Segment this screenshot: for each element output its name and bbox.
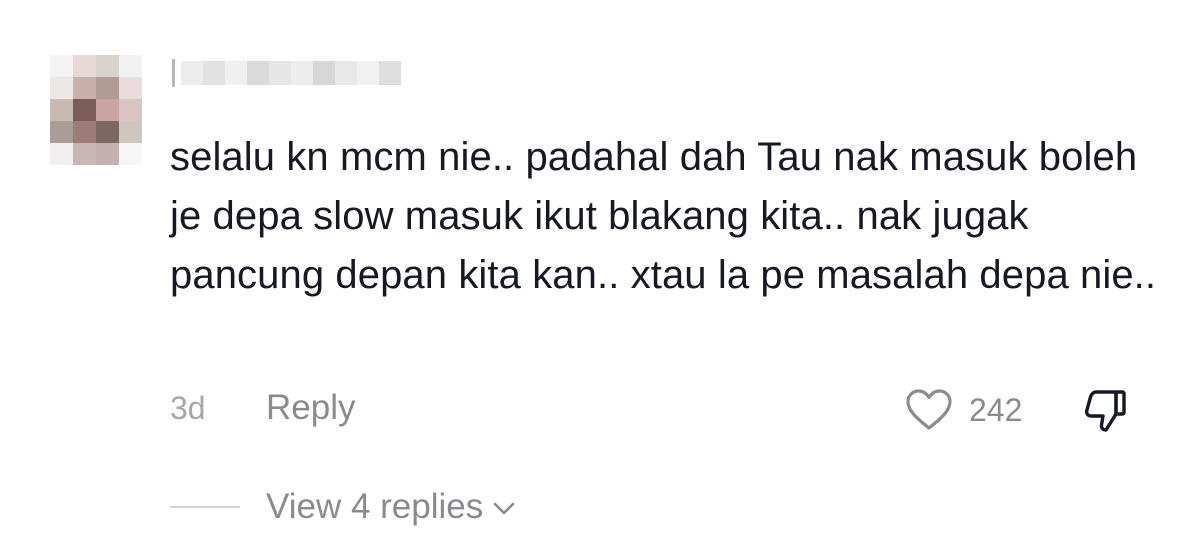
avatar-pixel bbox=[119, 99, 142, 121]
reply-button[interactable]: Reply bbox=[266, 388, 355, 428]
username-blur-segment bbox=[203, 61, 225, 85]
username-blur-segment bbox=[225, 61, 247, 85]
username-blur-segment bbox=[379, 61, 401, 85]
username-cursor-bar bbox=[172, 59, 175, 87]
avatar-pixel bbox=[96, 55, 119, 77]
comment-timestamp: 3d bbox=[170, 390, 206, 426]
avatar-pixel bbox=[73, 99, 96, 121]
thumbs-down-icon[interactable] bbox=[1082, 388, 1130, 434]
avatar-pixel bbox=[96, 99, 119, 121]
avatar-pixel bbox=[73, 121, 96, 143]
comment-text: selalu kn mcm nie.. padahal dah Tau nak … bbox=[170, 135, 1157, 297]
username-blur-segment bbox=[357, 61, 379, 85]
avatar-pixel bbox=[50, 55, 73, 77]
username-blur-segment bbox=[335, 61, 357, 85]
avatar-pixel bbox=[73, 77, 96, 99]
avatar-pixel bbox=[119, 121, 142, 143]
username-blur-segment bbox=[269, 61, 291, 85]
chevron-down-icon[interactable] bbox=[493, 502, 515, 516]
avatar-pixel bbox=[96, 143, 119, 165]
avatar-pixel bbox=[119, 55, 142, 77]
heart-icon[interactable] bbox=[905, 388, 953, 432]
avatar-pixel bbox=[50, 121, 73, 143]
avatar-pixel bbox=[119, 77, 142, 99]
view-replies-button[interactable]: View 4 replies bbox=[170, 484, 515, 530]
avatar-pixel bbox=[50, 143, 73, 165]
username-blur-segment bbox=[291, 61, 313, 85]
avatar-pixel bbox=[96, 121, 119, 143]
username-blur-segment bbox=[313, 61, 335, 85]
username-blurred[interactable] bbox=[172, 47, 402, 99]
like-button[interactable]: 242 bbox=[905, 384, 1022, 436]
divider-line bbox=[170, 506, 240, 508]
avatar-pixel bbox=[50, 77, 73, 99]
username-blur-segment bbox=[181, 61, 203, 85]
avatar-pixel bbox=[73, 143, 96, 165]
like-count: 242 bbox=[969, 391, 1023, 428]
avatar-pixel bbox=[73, 55, 96, 77]
avatar-pixel bbox=[50, 99, 73, 121]
avatar-pixel bbox=[96, 77, 119, 99]
view-replies-label[interactable]: View 4 replies bbox=[266, 487, 483, 527]
comment-meta-row: 3d Reply 242 bbox=[170, 384, 1130, 436]
username-blur-segment bbox=[247, 61, 269, 85]
avatar-pixel bbox=[119, 143, 142, 165]
avatar[interactable] bbox=[50, 55, 142, 165]
